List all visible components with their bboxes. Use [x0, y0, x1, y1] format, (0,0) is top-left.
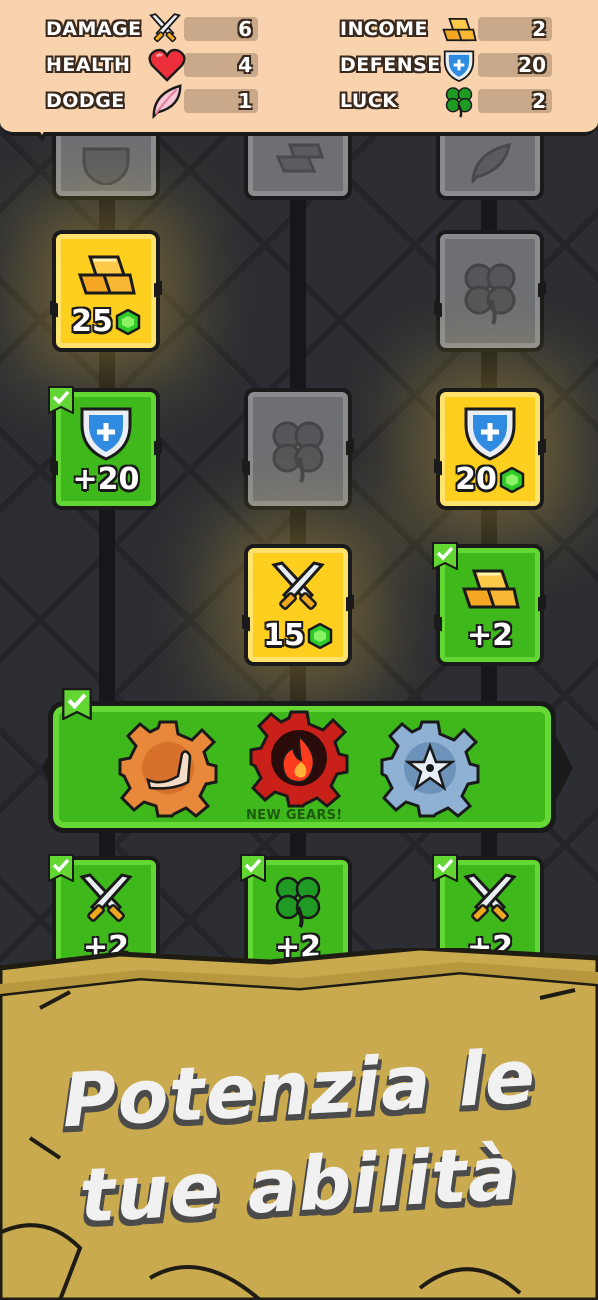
stat-value: 1: [238, 89, 252, 113]
stat-value: 20: [518, 53, 546, 77]
stat-value: 6: [238, 17, 252, 41]
tile-notch: [434, 458, 442, 476]
stat-row-defense: DEFENSE 20: [340, 50, 552, 82]
tile-price: 20: [455, 463, 525, 497]
heart-icon: [148, 48, 186, 82]
gem-icon: [115, 309, 141, 335]
shield-icon: [80, 407, 132, 461]
stat-value: 2: [532, 89, 546, 113]
crossed-swords-icon: [149, 13, 181, 43]
price-value: 20: [455, 462, 497, 497]
price-value: 25: [71, 304, 113, 339]
tile-luck-locked[interactable]: [434, 230, 546, 352]
clover-icon: [464, 263, 516, 325]
tile-notch: [538, 280, 546, 298]
gold-bars-icon: [77, 255, 136, 295]
gold-bars-icon: [275, 143, 325, 173]
price-value: 15: [263, 618, 305, 653]
tile-notch: [50, 300, 58, 318]
stat-row-income: INCOME 2: [340, 14, 552, 44]
tile-income-owned[interactable]: +2: [432, 542, 546, 666]
crossed-swords-icon: [463, 873, 517, 922]
stat-value: 2: [532, 17, 546, 41]
shield-icon: [82, 147, 130, 185]
crossed-swords-icon: [79, 873, 133, 922]
tile-notch: [242, 458, 250, 476]
shield-icon: [464, 407, 516, 461]
tile-notch: [346, 594, 354, 612]
stat-value: 4: [238, 53, 252, 77]
tile-luck-locked-mid[interactable]: [242, 388, 354, 510]
tile-income-upgrade[interactable]: 25: [50, 230, 162, 352]
tile-damage-upgrade[interactable]: 15: [242, 544, 354, 666]
gem-icon: [307, 623, 333, 649]
checkmark-flag-icon: [62, 688, 92, 720]
shield-icon: [443, 50, 475, 82]
tile-notch: [50, 458, 58, 476]
tile-notch: [434, 614, 442, 632]
stat-label: HEALTH: [46, 54, 131, 76]
tile-bonus: +2: [466, 618, 513, 653]
stat-row-dodge: DODGE 1: [46, 84, 258, 120]
stat-row-damage: DAMAGE 6: [46, 13, 258, 44]
stats-panel-tail-inner: [32, 118, 52, 135]
tile-bonus: +20: [72, 462, 140, 497]
checkmark-flag-icon: [240, 854, 266, 882]
checkmark-flag-icon: [48, 854, 74, 882]
tile-defense-owned[interactable]: +20: [48, 386, 162, 510]
clover-icon: [272, 421, 324, 483]
new-gears-caption: NEW GEARS!: [246, 808, 343, 823]
stat-row-health: HEALTH 4: [46, 48, 258, 82]
stat-label: DODGE: [46, 90, 125, 112]
stats-panel: DAMAGE 6 HEALTH 4 DODGE 1 INCOME 2 DEFEN…: [0, 0, 598, 136]
tile-notch: [154, 438, 162, 456]
muscle-arm-icon[interactable]: [118, 718, 218, 818]
checkmark-flag-icon: [432, 854, 458, 882]
tile-price: 25: [71, 305, 141, 339]
shuriken-icon[interactable]: [380, 718, 480, 818]
gem-icon: [499, 467, 525, 493]
feather-icon: [471, 143, 511, 183]
checkmark-flag-icon: [48, 386, 74, 414]
tile-price: 15: [263, 619, 333, 653]
gold-bars-icon: [442, 18, 477, 42]
clover-icon: [275, 876, 321, 929]
tile-notch: [434, 300, 442, 318]
tile-notch: [154, 280, 162, 298]
stat-label: DAMAGE: [46, 18, 142, 40]
tile-notch: [538, 594, 546, 612]
crossed-swords-icon: [271, 561, 325, 610]
checkmark-flag-icon: [432, 542, 458, 570]
stat-label: INCOME: [340, 18, 428, 40]
tile-notch: [538, 438, 546, 456]
stat-label: LUCK: [340, 90, 398, 112]
feather-icon: [152, 84, 182, 120]
tile-defense-upgrade[interactable]: 20: [434, 388, 546, 510]
stat-label: DEFENSE: [340, 54, 441, 76]
clover-icon: [445, 87, 473, 118]
tile-notch: [346, 438, 354, 456]
stat-row-luck: LUCK 2: [340, 86, 552, 118]
tile-notch: [242, 614, 250, 632]
fire-icon[interactable]: [249, 708, 349, 808]
gold-bars-icon: [461, 569, 520, 609]
